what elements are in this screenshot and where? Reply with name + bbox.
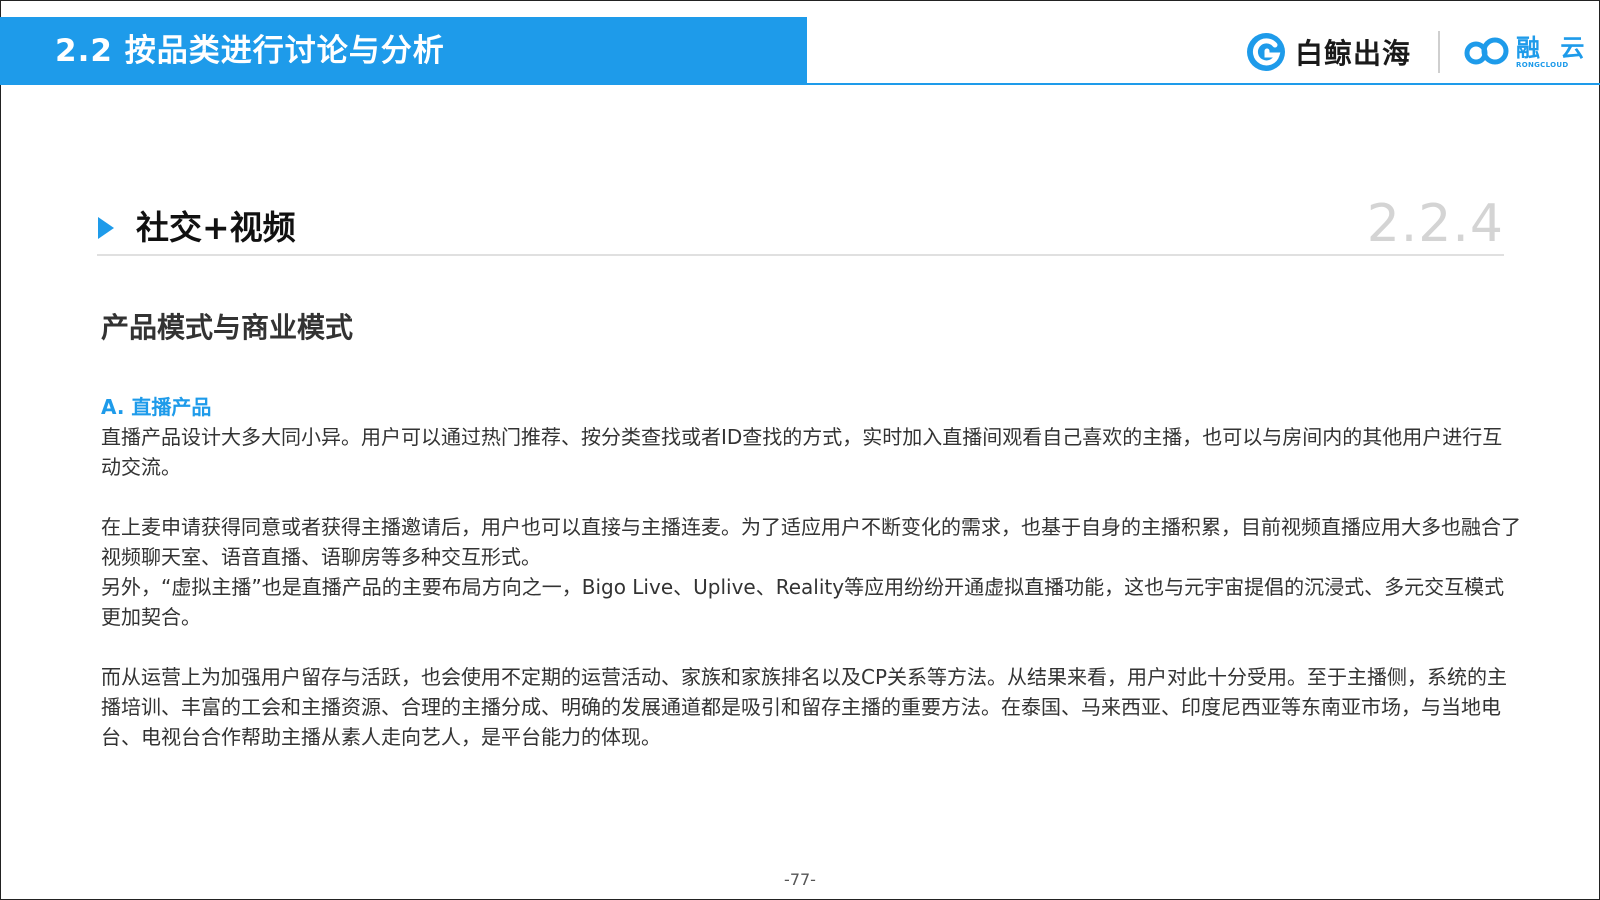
paragraph-4: 而从运营上为加强用户留存与活跃，也会使用不定期的运营活动、家族和家族排名以及CP… <box>101 665 1508 749</box>
header-rule <box>807 83 1600 85</box>
section-title: 社交+视频 <box>136 208 296 247</box>
rongcloud-cn-text: 融 云 <box>1516 33 1591 62</box>
subheading: 产品模式与商业模式 <box>101 311 354 344</box>
play-arrow-icon <box>98 217 114 239</box>
rongcloud-en-text: RONGCLOUD <box>1516 60 1569 69</box>
page-number: -77- <box>784 870 816 889</box>
section-number: 2.2.4 <box>1366 194 1504 254</box>
paragraph-1: 直播产品设计大多大同小异。用户可以通过热门推荐、按分类查找或者ID查找的方式，实… <box>101 425 1503 479</box>
logo-divider <box>1438 31 1440 73</box>
item-a-label: A. 直播产品 <box>101 395 212 419</box>
baijing-logo-text: 白鲸出海 <box>1295 37 1412 70</box>
paragraph-2: 在上麦申请获得同意或者获得主播邀请后，用户也可以直接与主播连麦。为了适应用户不断… <box>101 515 1521 569</box>
rongcloud-logo: 融 云 RONGCLOUD <box>1462 30 1590 74</box>
baijing-logo-icon <box>1247 33 1285 71</box>
content-body: A. 直播产品 直播产品设计大多大同小异。用户可以通过热门推荐、按分类查找或者I… <box>101 392 1521 752</box>
paragraph-3: 另外，“虚拟主播”也是直播产品的主要布局方向之一，Bigo Live、Upliv… <box>101 575 1505 629</box>
baijing-logo: 白鲸出海 <box>1245 30 1411 74</box>
header-title: 2.2 按品类进行讨论与分析 <box>55 33 445 69</box>
rongcloud-logo-icon <box>1464 37 1509 65</box>
rongcloud-logo-text: 融 云 RONGCLOUD <box>1516 35 1590 70</box>
section-divider <box>97 254 1504 256</box>
